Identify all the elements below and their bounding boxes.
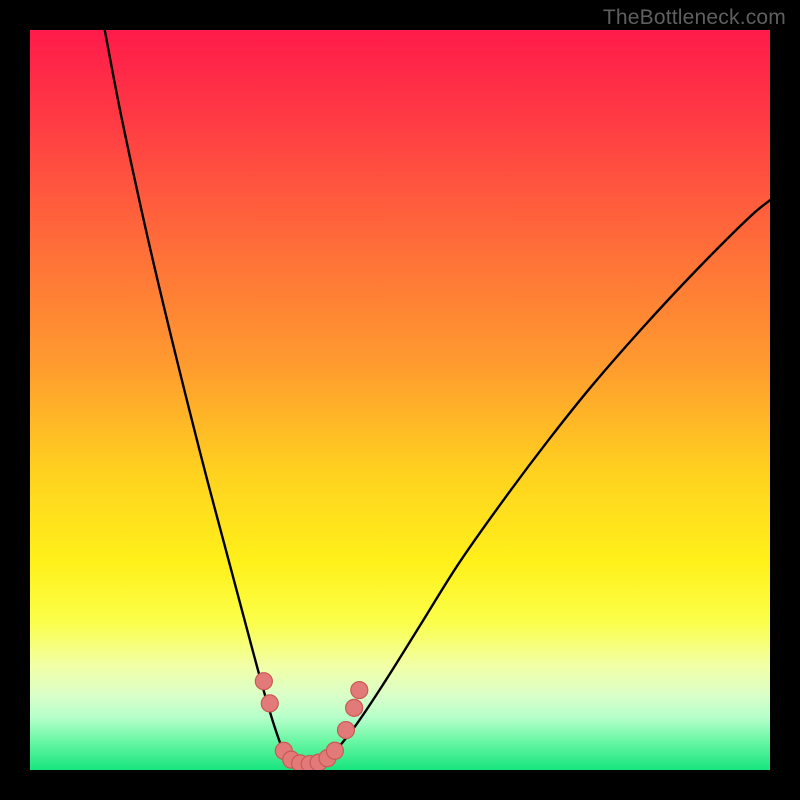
trough-marker	[261, 695, 278, 712]
trough-marker	[346, 699, 363, 716]
curve-layer	[30, 30, 770, 770]
plot-area	[30, 30, 770, 770]
watermark-text: TheBottleneck.com	[603, 6, 786, 30]
trough-marker	[326, 742, 343, 759]
bottleneck-curve	[105, 30, 770, 765]
trough-marker	[351, 682, 368, 699]
trough-marker	[255, 673, 272, 690]
chart-stage: TheBottleneck.com	[0, 0, 800, 800]
trough-marker	[337, 722, 354, 739]
